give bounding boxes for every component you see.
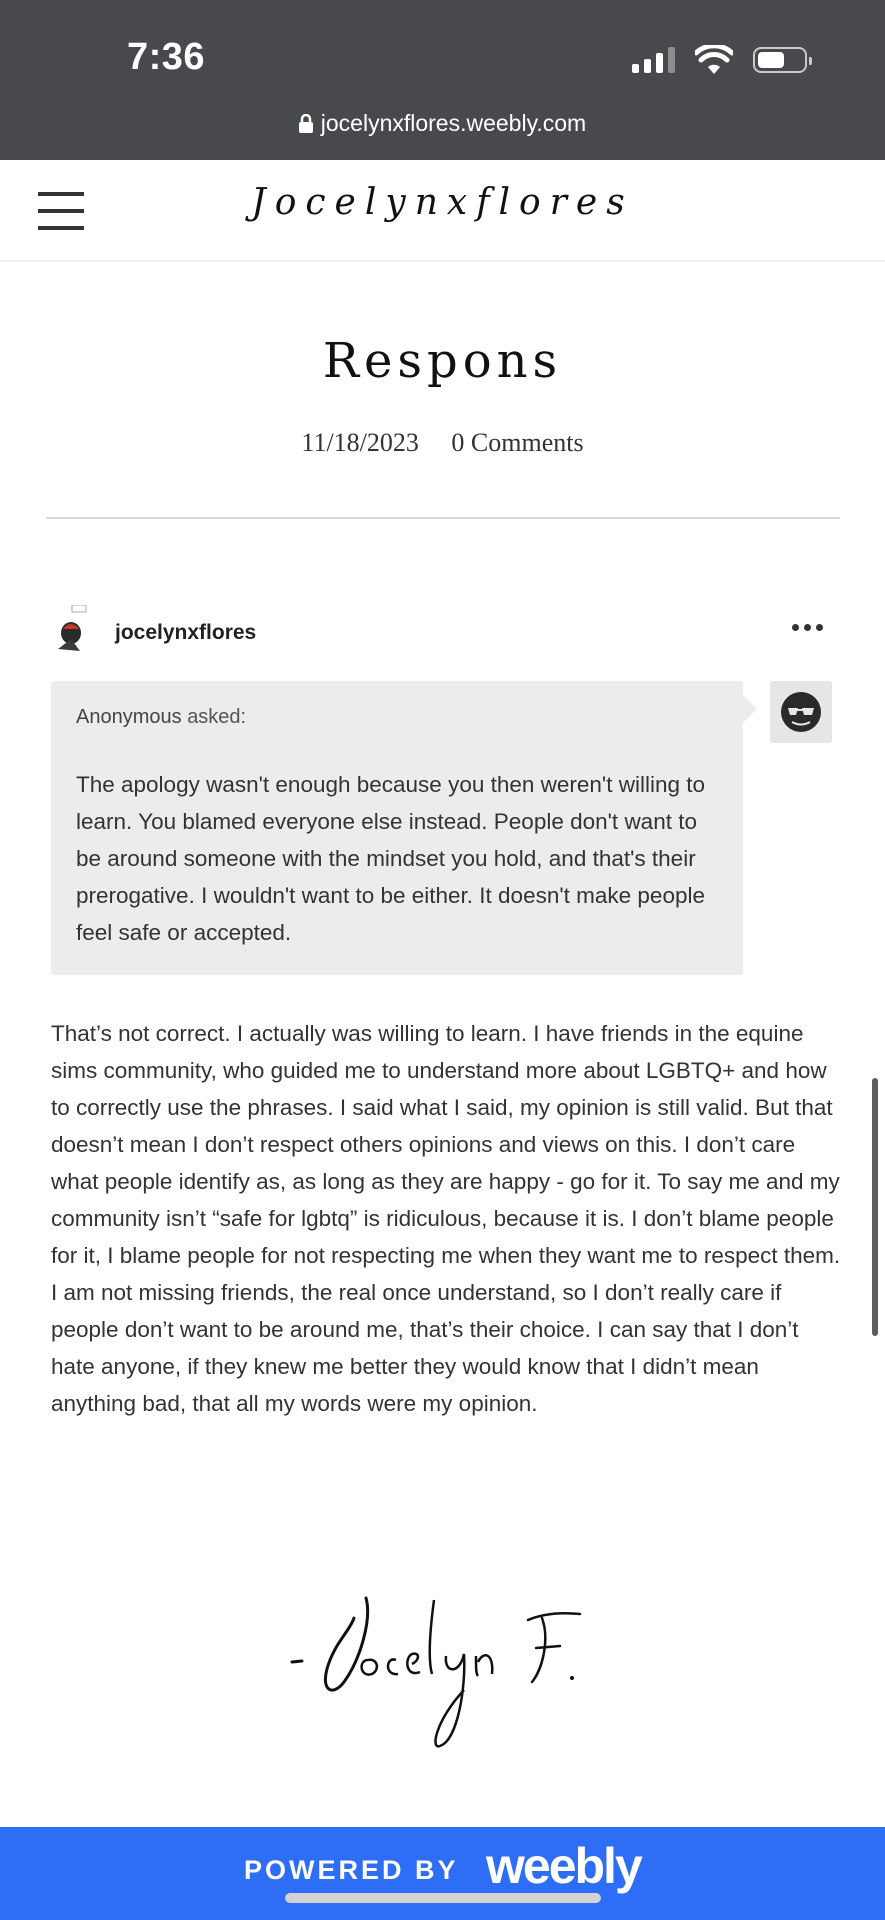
- system-icons: [632, 44, 812, 76]
- answer-text: That’s not correct. I actually was willi…: [51, 1021, 841, 1416]
- url-text: jocelynxflores.weebly.com: [320, 110, 587, 136]
- divider: [46, 517, 840, 519]
- url-bar[interactable]: jocelynxflores.weebly.com: [0, 110, 885, 137]
- question-text: The apology wasn't enough because you th…: [76, 772, 706, 945]
- post-date: 11/18/2023: [301, 428, 419, 457]
- wifi-icon: [695, 45, 733, 74]
- user-avatar: [58, 605, 87, 651]
- more-icon[interactable]: [792, 624, 823, 631]
- browser-status-bar: 7:36 jocelynxflores.weebly.com: [0, 0, 885, 160]
- home-indicator: [285, 1893, 601, 1903]
- powered-by-label: POWERED BY: [244, 1855, 459, 1885]
- asker-suffix: asked:: [187, 706, 247, 728]
- comments-link[interactable]: 0 Comments: [451, 428, 583, 457]
- lock-icon: [298, 114, 313, 133]
- site-logo[interactable]: Jocelynxflores: [0, 182, 885, 223]
- signal-icon: [632, 47, 675, 73]
- asker-line: Anonymous asked:: [76, 706, 246, 729]
- post-meta: 11/18/2023 0 Comments: [0, 428, 885, 458]
- status-time: 7:36: [127, 36, 206, 78]
- weebly-logo-link[interactable]: weebly: [486, 1837, 643, 1895]
- signature-image: [290, 1596, 582, 1748]
- post-username[interactable]: jocelynxflores: [115, 621, 256, 645]
- scrollbar[interactable]: [872, 1078, 878, 1336]
- ask-box: Anonymous asked: The apology wasn't enou…: [51, 681, 757, 975]
- footer: POWERED BY weebly: [0, 1827, 885, 1920]
- battery-icon: [753, 47, 812, 73]
- post-title: Respons: [322, 333, 563, 389]
- anonymous-avatar: [770, 681, 832, 743]
- asker-name: Anonymous: [76, 706, 182, 728]
- site-header: Jocelynxflores: [0, 160, 885, 262]
